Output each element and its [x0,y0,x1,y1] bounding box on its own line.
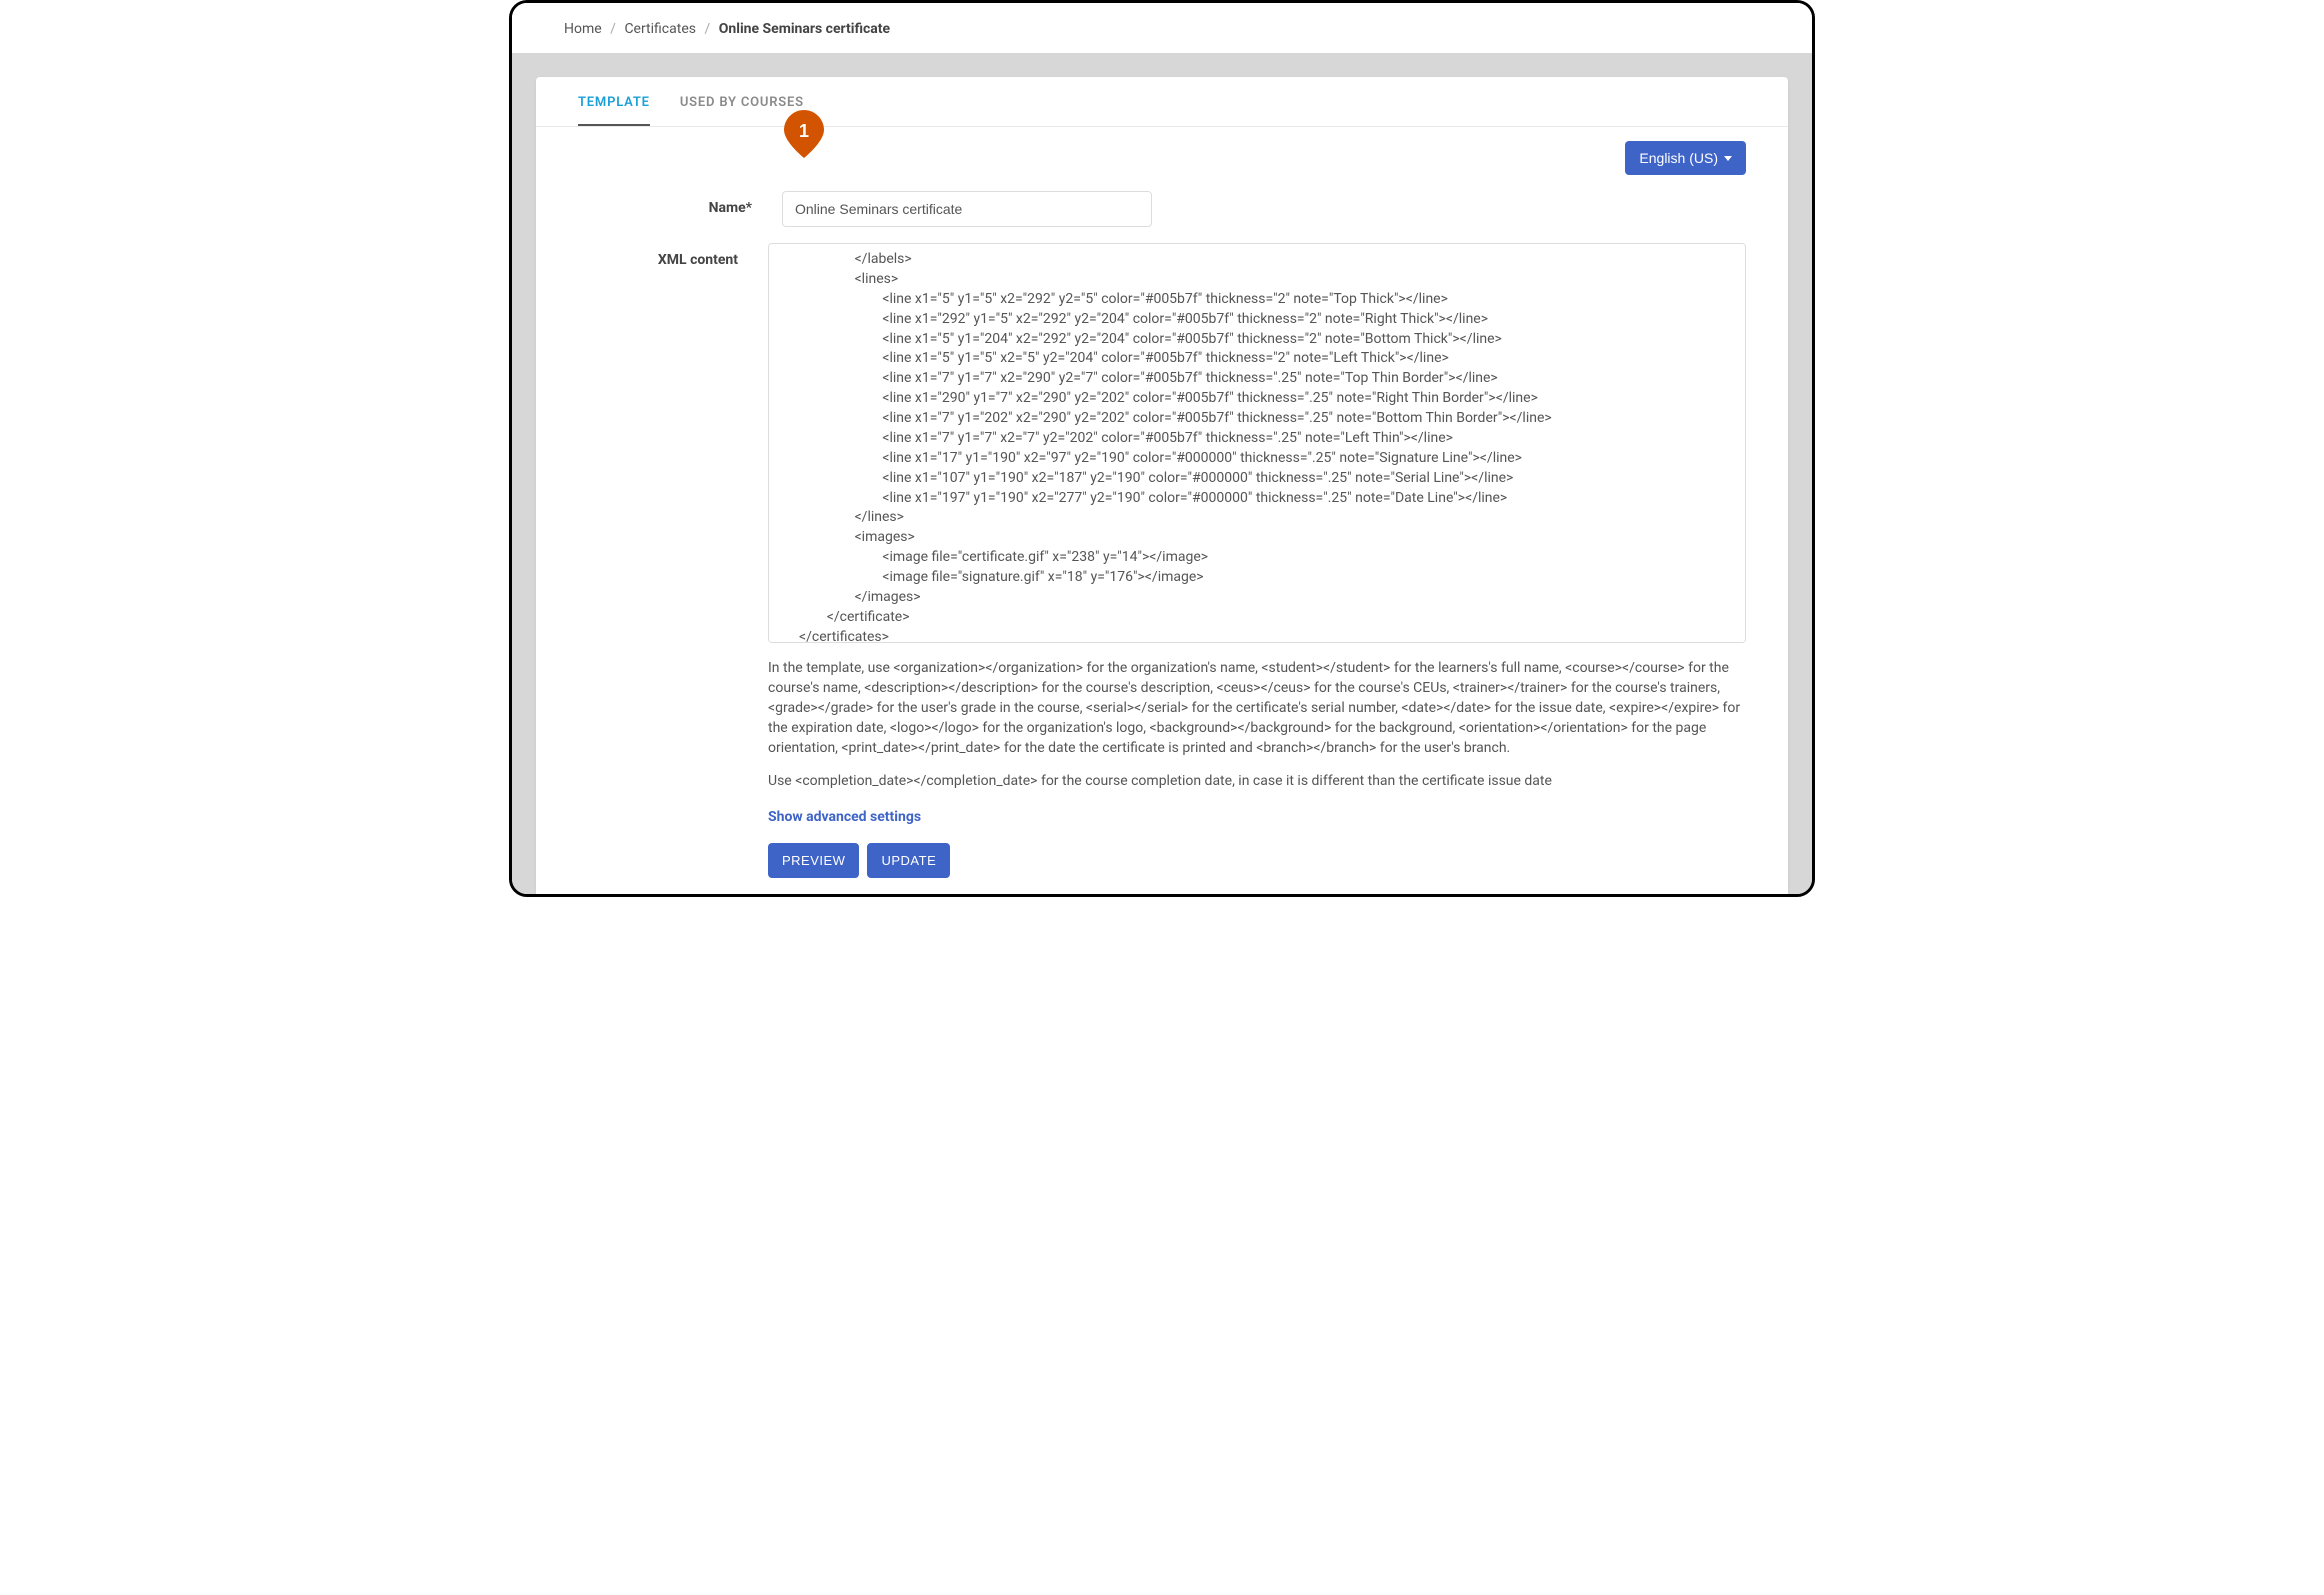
breadcrumb-bar: Home / Certificates / Online Seminars ce… [512,3,1812,53]
help-text-1: In the template, use <organization></org… [768,659,1746,758]
tabs: TEMPLATE USED BY COURSES [536,77,1788,127]
breadcrumb-home[interactable]: Home [564,21,602,37]
tab-template[interactable]: TEMPLATE [578,77,650,126]
main-card: TEMPLATE USED BY COURSES English (US) Na… [536,77,1788,897]
language-label: English (US) [1639,150,1718,166]
update-button[interactable]: UPDATE [867,843,950,878]
breadcrumb: Home / Certificates / Online Seminars ce… [564,21,1760,37]
show-advanced-link[interactable]: Show advanced settings [768,809,921,825]
name-label: Name* [578,191,782,216]
xml-content-label: XML content [578,243,768,268]
breadcrumb-sep: / [610,21,616,37]
preview-button[interactable]: PREVIEW [768,843,859,878]
name-input[interactable] [782,191,1152,227]
tab-used-by-courses[interactable]: USED BY COURSES [680,77,804,126]
help-text-2: Use <completion_date></completion_date> … [768,772,1746,792]
xml-content-textarea[interactable] [769,244,1745,642]
caret-down-icon [1724,156,1732,161]
language-select[interactable]: English (US) [1625,141,1746,175]
breadcrumb-current: Online Seminars certificate [719,21,890,37]
breadcrumb-certificates[interactable]: Certificates [624,21,696,37]
breadcrumb-sep: / [704,21,710,37]
